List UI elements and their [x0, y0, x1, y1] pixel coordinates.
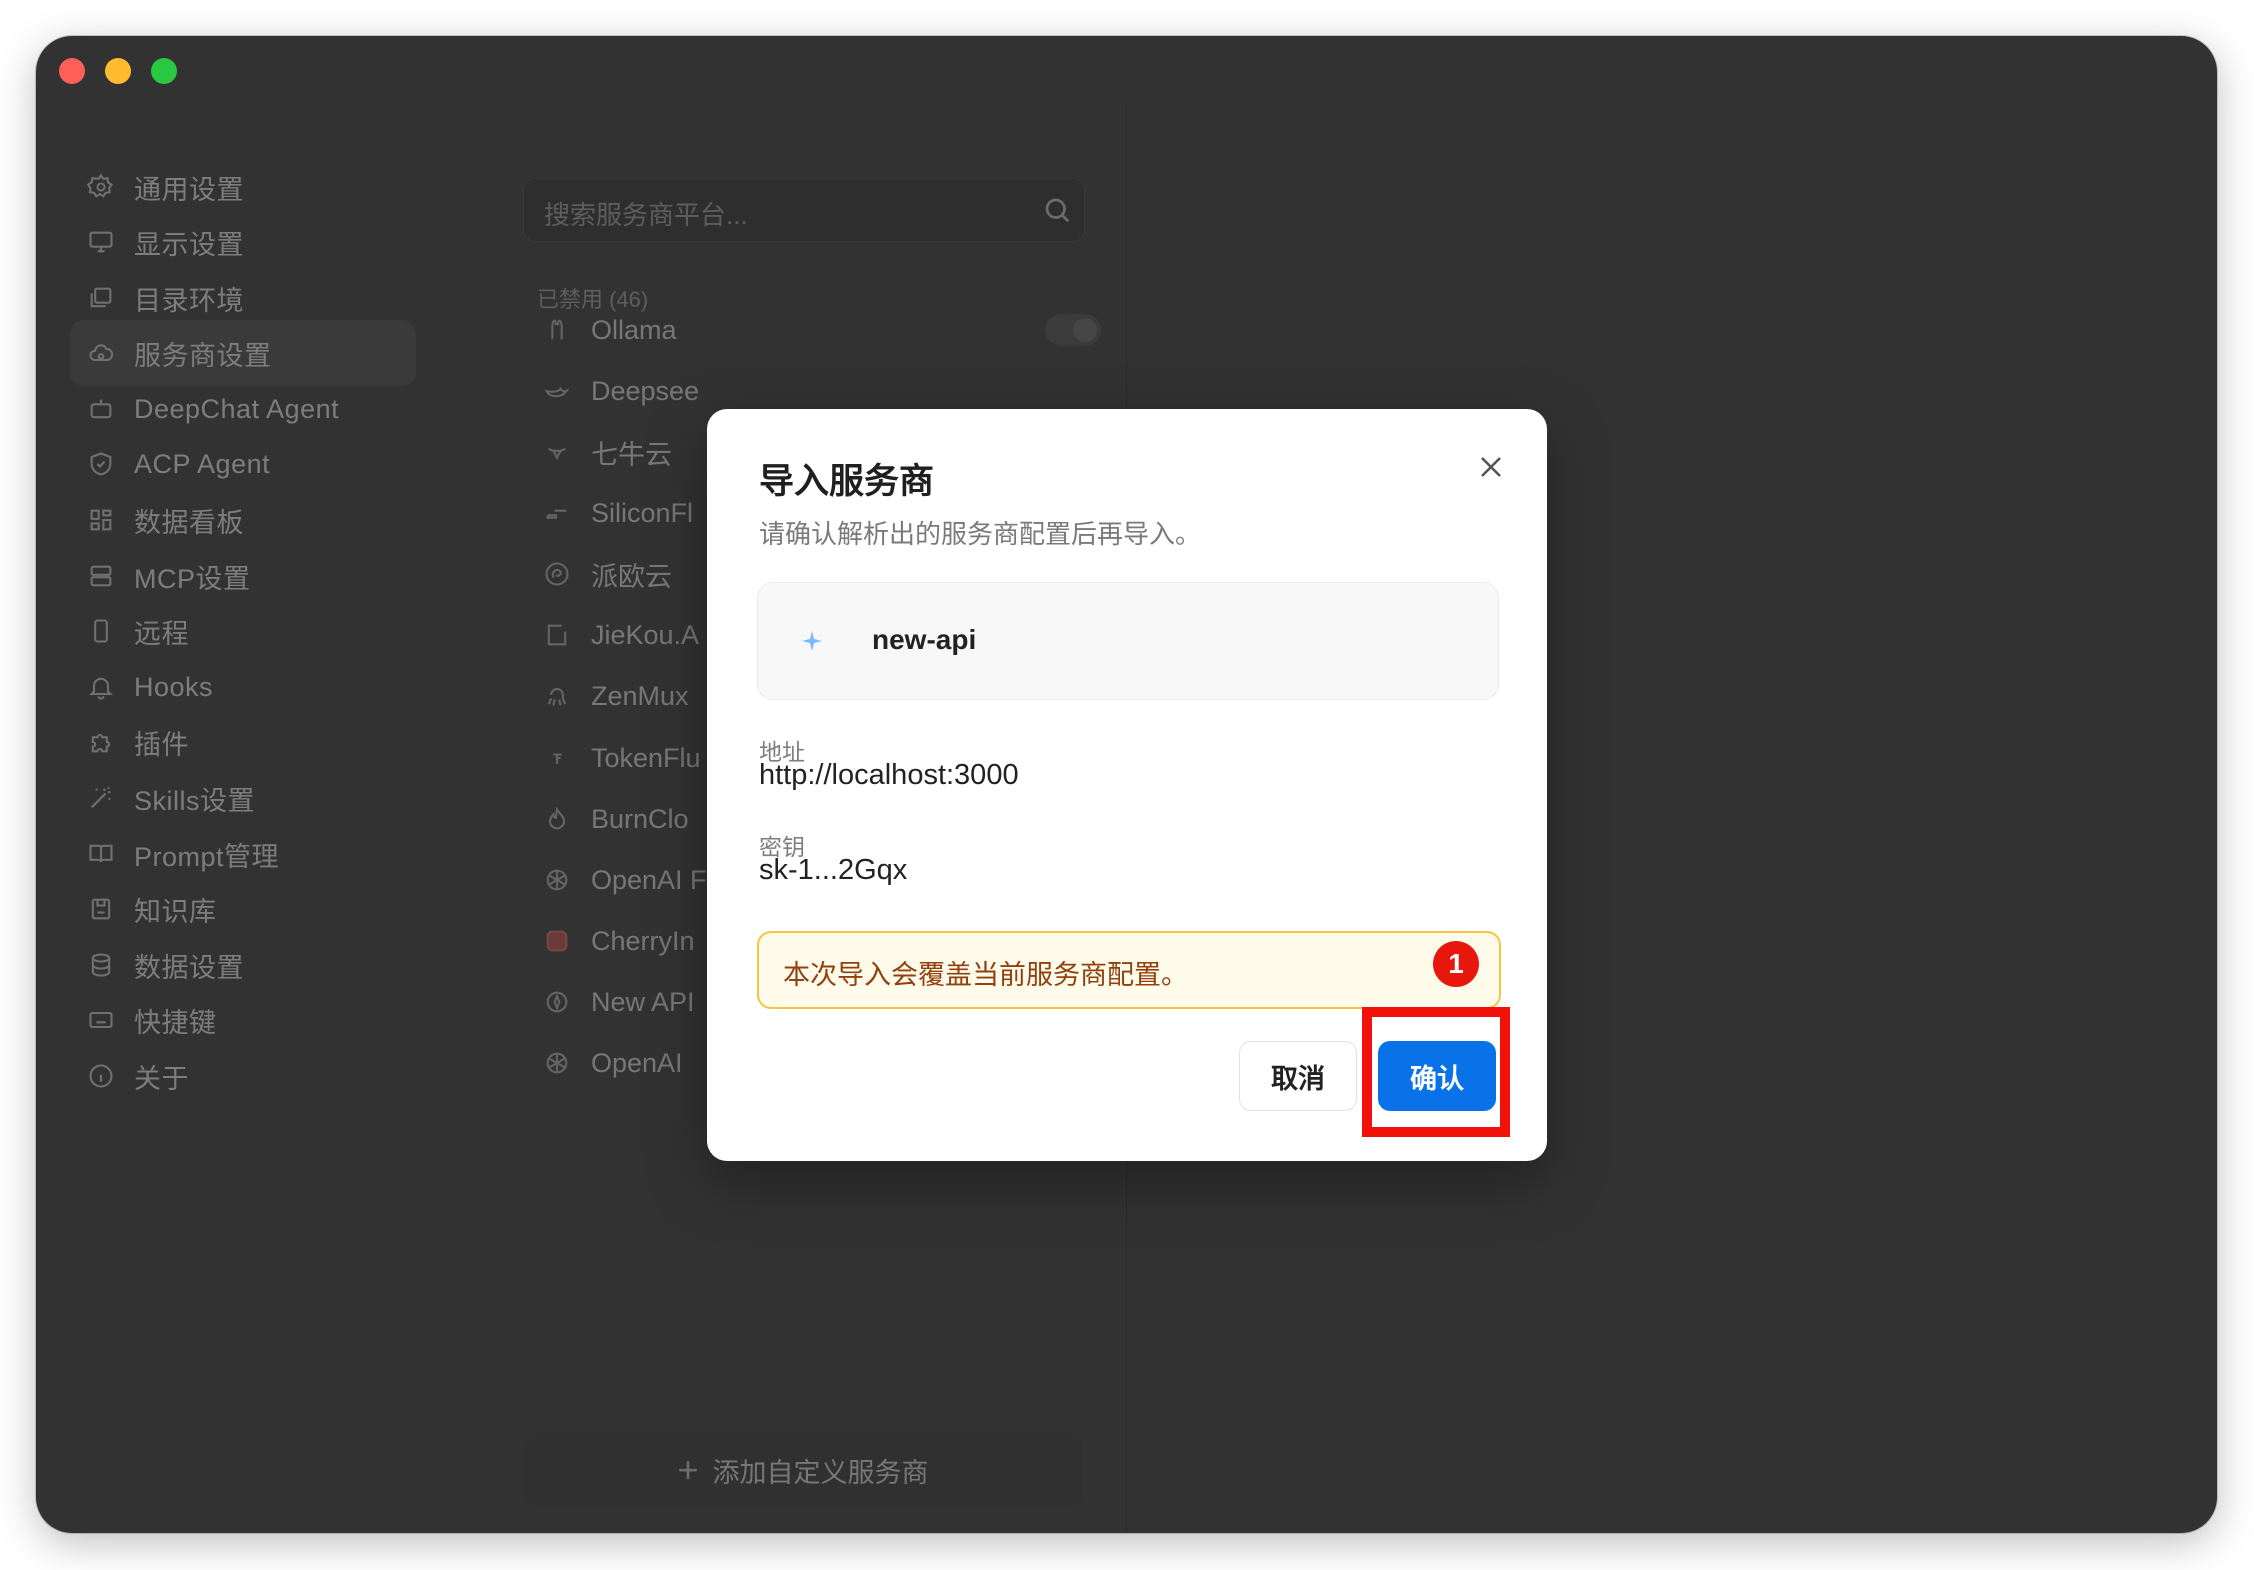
provider-label: New API	[591, 986, 695, 1017]
search-placeholder: 搜索服务商平台...	[544, 200, 748, 230]
step-badge: 1	[1433, 941, 1479, 987]
provider-label: CherryIn	[591, 925, 695, 956]
search-input[interactable]: 搜索服务商平台...	[523, 178, 1085, 242]
sidebar-item-label: ACP Agent	[134, 448, 271, 479]
whale-icon	[541, 375, 573, 407]
sidebar-item-about[interactable]: 关于	[70, 1043, 416, 1109]
sidebar-item-label: 数据看板	[134, 507, 244, 538]
sidebar-item-label: DeepChat Agent	[134, 393, 340, 424]
provider-name: new-api	[872, 624, 977, 655]
sidebar-item-label: 显示设置	[134, 229, 244, 260]
sidebar-item-label: Prompt管理	[134, 841, 280, 872]
search-icon[interactable]	[1042, 195, 1072, 225]
newapi-icon	[541, 986, 573, 1018]
provider-label: TokenFlu	[591, 742, 701, 773]
cloud-icon	[86, 338, 116, 368]
shield-icon	[86, 449, 116, 479]
settings-sidebar: 通用设置 显示设置 目录环境 服务商设置 DeepChat Agent ACP …	[36, 106, 446, 1533]
book-icon	[86, 839, 116, 869]
gear-icon	[86, 172, 116, 202]
cancel-button[interactable]: 取消	[1239, 1041, 1357, 1111]
openai-icon	[541, 1047, 573, 1079]
add-custom-provider-label: 添加自定义服务商	[712, 1457, 929, 1488]
phone-icon	[86, 616, 116, 646]
server-icon	[86, 561, 116, 591]
dashboard-icon	[86, 505, 116, 535]
spiral-icon	[541, 558, 573, 590]
provider-label: OpenAI F	[591, 864, 707, 895]
bars-icon	[541, 497, 573, 529]
bracket-icon	[541, 619, 573, 651]
provider-label: 七牛云	[591, 439, 672, 470]
dialog-title: 导入服务商	[759, 462, 935, 501]
sidebar-item-label: 快捷键	[134, 1007, 217, 1038]
provider-label: ZenMux	[591, 680, 689, 711]
provider-label: JieKou.A	[591, 619, 700, 650]
bot-icon	[86, 394, 116, 424]
sidebar-item-label: 远程	[134, 618, 189, 649]
dialog-subtitle: 请确认解析出的服务商配置后再导入。	[759, 519, 1202, 549]
wand-icon	[86, 783, 116, 813]
title-bar	[36, 36, 2217, 106]
add-custom-provider-button[interactable]: + 添加自定义服务商	[523, 1435, 1083, 1505]
sidebar-item-label: 服务商设置	[134, 340, 272, 371]
provider-toggle[interactable]	[1045, 314, 1101, 346]
provider-label: 派欧云	[591, 561, 672, 592]
provider-label: BurnClo	[591, 803, 689, 834]
provider-card: new-api	[757, 582, 1499, 700]
cherryin-icon	[541, 925, 573, 957]
provider-label: Ollama	[591, 314, 677, 345]
sidebar-item-label: 关于	[134, 1063, 189, 1094]
zoom-window-button[interactable]	[151, 58, 177, 84]
bull-icon	[541, 436, 573, 468]
puzzle-icon	[86, 727, 116, 757]
close-window-button[interactable]	[59, 58, 85, 84]
sidebar-item-label: 通用设置	[134, 174, 244, 205]
folder-icon	[86, 283, 116, 313]
sidebar-item-label: 知识库	[134, 896, 217, 927]
sidebar-item-label: Hooks	[134, 671, 214, 702]
bell-icon	[86, 672, 116, 702]
llama-icon	[541, 314, 573, 346]
warning-text: 本次导入会覆盖当前服务商配置。	[783, 960, 1188, 990]
key-value: sk-1...2Gqx	[759, 854, 908, 886]
octopus-icon	[541, 680, 573, 712]
sidebar-item-label: 数据设置	[134, 952, 244, 983]
monitor-icon	[86, 227, 116, 257]
keyboard-icon	[86, 1005, 116, 1035]
info-icon	[86, 1061, 116, 1091]
provider-item-ollama[interactable]: Ollama	[541, 300, 1121, 360]
sidebar-item-label: 目录环境	[134, 285, 244, 316]
new-api-logo-icon	[782, 613, 842, 669]
provider-label: OpenAI	[591, 1047, 683, 1078]
plus-icon: +	[677, 1449, 699, 1490]
flame-icon	[541, 803, 573, 835]
close-icon[interactable]	[1471, 447, 1511, 487]
flag-icon	[541, 742, 573, 774]
overwrite-warning: 本次导入会覆盖当前服务商配置。 1	[757, 931, 1501, 1009]
save-icon	[86, 894, 116, 924]
minimize-window-button[interactable]	[105, 58, 131, 84]
sidebar-item-label: 插件	[134, 729, 189, 760]
openai-icon	[541, 864, 573, 896]
address-value: http://localhost:3000	[759, 759, 1019, 791]
database-icon	[86, 950, 116, 980]
provider-label: Deepsee	[591, 375, 700, 406]
sidebar-item-label: MCP设置	[134, 563, 251, 594]
sidebar-item-label: Skills设置	[134, 785, 256, 816]
confirm-highlight-box	[1362, 1007, 1510, 1137]
provider-label: SiliconFl	[591, 497, 694, 528]
